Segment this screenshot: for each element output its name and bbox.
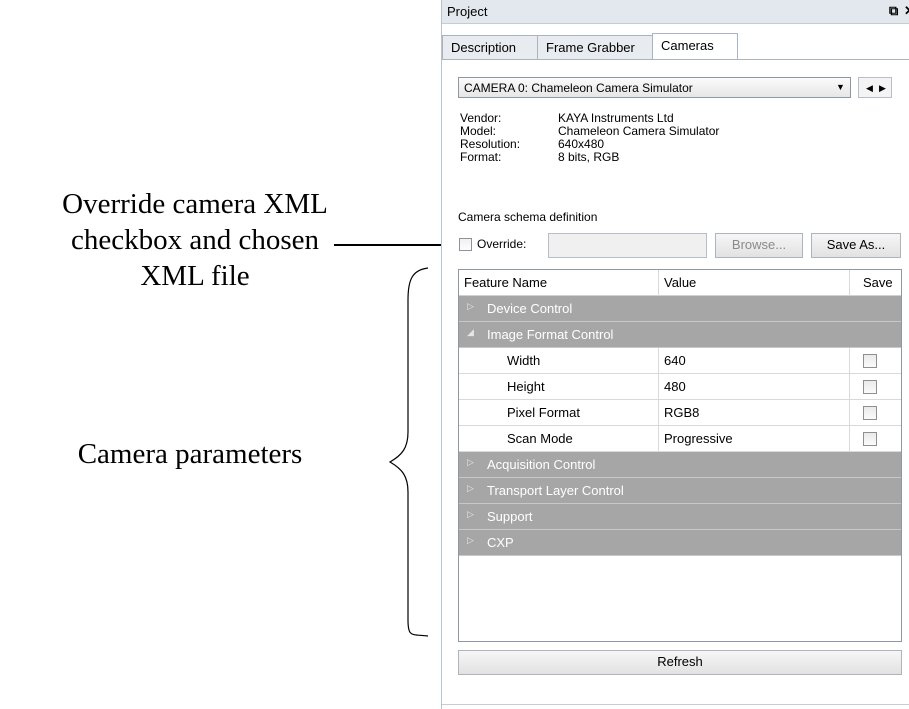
save-checkbox[interactable] <box>863 406 877 420</box>
cell-divider <box>658 374 659 400</box>
tab-label: Frame Grabber <box>546 40 635 55</box>
save-checkbox[interactable] <box>863 432 877 446</box>
refresh-button[interactable]: Refresh <box>458 650 902 675</box>
header-value[interactable]: Value <box>664 275 696 290</box>
tab-description[interactable]: Description <box>442 35 538 59</box>
feature-name: Pixel Format <box>507 405 580 420</box>
camera-select[interactable]: CAMERA 0: Chameleon Camera Simulator ▼ <box>458 77 851 98</box>
cell-divider <box>658 348 659 374</box>
prev-camera-icon[interactable]: ◀ <box>866 83 873 94</box>
category-name: Support <box>487 509 533 524</box>
tab-cameras[interactable]: Cameras <box>652 33 738 60</box>
feature-grid: Feature Name Value Save ▷ Device Control ◢… <box>458 269 902 642</box>
save-checkbox[interactable] <box>863 380 877 394</box>
feature-value[interactable]: Progressive <box>664 431 733 446</box>
xml-file-field <box>548 233 707 258</box>
camera-select-value: CAMERA 0: Chameleon Camera Simulator <box>464 81 693 95</box>
feature-value[interactable]: 640 <box>664 353 686 368</box>
tab-label: Cameras <box>661 38 714 53</box>
info-value: 8 bits, RGB <box>558 150 620 164</box>
close-icon[interactable]: ✕ <box>904 3 909 19</box>
header-divider <box>658 270 659 296</box>
feature-value[interactable]: 480 <box>664 379 686 394</box>
tab-divider <box>442 59 909 60</box>
cell-divider <box>658 426 659 452</box>
feature-name: Height <box>507 379 545 394</box>
header-divider <box>849 270 850 296</box>
category-name: CXP <box>487 535 514 550</box>
panel-bottom-border <box>442 704 909 705</box>
cell-divider <box>849 348 850 374</box>
tab-label: Description <box>451 40 517 55</box>
info-label: Format: <box>460 150 502 164</box>
collapsed-triangle-icon[interactable]: ▷ <box>467 301 474 312</box>
category-row[interactable]: ▷ CXP <box>459 530 901 556</box>
cell-divider <box>658 400 659 426</box>
grid-header: Feature Name Value Save <box>459 270 901 296</box>
category-name: Transport Layer Control <box>487 483 624 498</box>
schema-title: Camera schema definition <box>458 210 598 224</box>
header-feature-name[interactable]: Feature Name <box>464 275 547 290</box>
feature-name: Width <box>507 353 541 368</box>
feature-row[interactable]: Pixel Format RGB8 <box>459 400 901 426</box>
cell-divider <box>849 426 850 452</box>
override-label: Override: <box>477 237 527 251</box>
save-as-button[interactable]: Save As... <box>811 233 901 258</box>
restore-window-icon[interactable]: ⧉ <box>889 3 898 19</box>
category-row[interactable]: ▷ Acquisition Control <box>459 452 901 478</box>
collapsed-triangle-icon[interactable]: ▷ <box>467 457 474 468</box>
override-checkbox[interactable] <box>459 238 472 251</box>
expanded-triangle-icon[interactable]: ◢ <box>467 327 474 338</box>
save-checkbox[interactable] <box>863 354 877 368</box>
category-row[interactable]: ▷ Device Control <box>459 296 901 322</box>
category-name: Device Control <box>487 301 573 316</box>
feature-row[interactable]: Scan Mode Progressive <box>459 426 901 452</box>
category-row[interactable]: ◢ Image Format Control <box>459 322 901 348</box>
feature-name: Scan Mode <box>507 431 573 446</box>
cell-divider <box>849 400 850 426</box>
cell-divider <box>849 374 850 400</box>
feature-row[interactable]: Width 640 <box>459 348 901 374</box>
feature-row[interactable]: Height 480 <box>459 374 901 400</box>
collapsed-triangle-icon[interactable]: ▷ <box>467 483 474 494</box>
project-panel: Project ⧉ ✕ Description Frame Grabber Came… <box>441 0 909 709</box>
category-name: Image Format Control <box>487 327 614 342</box>
tab-frame-grabber[interactable]: Frame Grabber <box>537 35 653 59</box>
annotation-brace <box>388 267 429 637</box>
browse-button: Browse... <box>715 233 803 258</box>
chevron-down-icon: ▼ <box>836 82 845 92</box>
category-row[interactable]: ▷ Transport Layer Control <box>459 478 901 504</box>
category-name: Acquisition Control <box>487 457 596 472</box>
collapsed-triangle-icon[interactable]: ▷ <box>467 535 474 546</box>
collapsed-triangle-icon[interactable]: ▷ <box>467 509 474 520</box>
camera-nav-buttons: ◀ ▶ <box>858 77 892 98</box>
feature-value[interactable]: RGB8 <box>664 405 699 420</box>
panel-title: Project <box>447 4 488 19</box>
panel-titlebar: Project ⧉ ✕ <box>442 0 909 24</box>
category-row[interactable]: ▷ Support <box>459 504 901 530</box>
next-camera-icon[interactable]: ▶ <box>879 83 886 94</box>
header-save[interactable]: Save <box>863 275 893 290</box>
